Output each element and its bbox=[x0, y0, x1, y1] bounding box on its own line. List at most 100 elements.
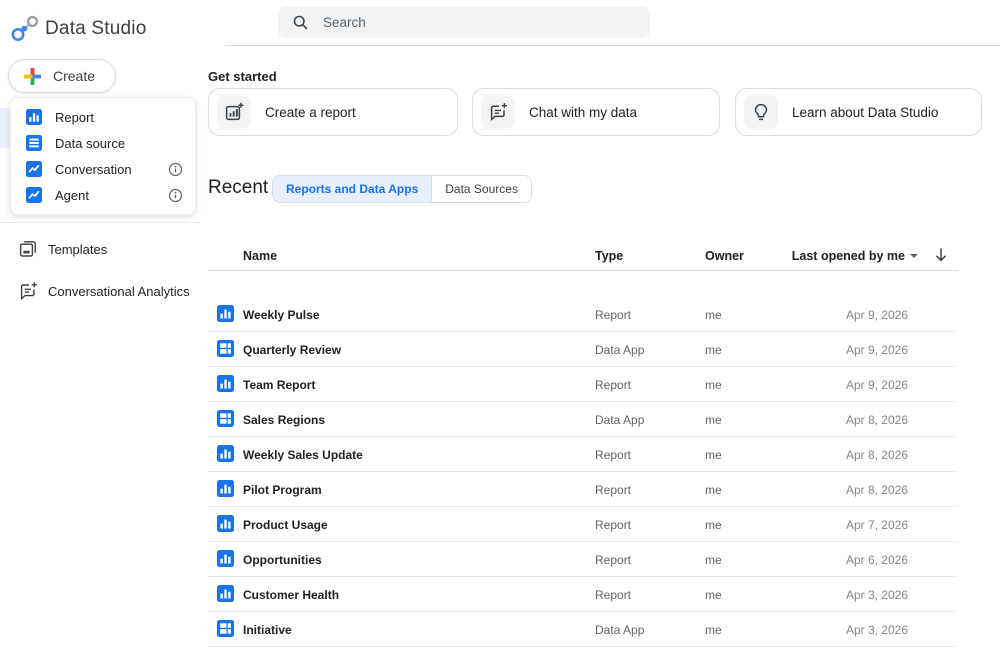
row-type: Report bbox=[595, 378, 631, 392]
table-row[interactable]: Customer Health Report me Apr 3, 2026 bbox=[208, 577, 958, 612]
menu-item-conversation[interactable]: Conversation bbox=[11, 156, 195, 182]
search-icon bbox=[292, 14, 309, 31]
table-row[interactable]: Weekly Pulse Report me Apr 9, 2026 bbox=[208, 297, 958, 332]
row-name: Team Report bbox=[243, 378, 315, 392]
data-studio-logo-icon[interactable] bbox=[10, 13, 40, 43]
row-owner: me bbox=[705, 413, 722, 427]
column-header-type[interactable]: Type bbox=[595, 249, 623, 263]
recent-tab-group: Reports and Data Apps Data Sources bbox=[272, 175, 532, 203]
card-label: Create a report bbox=[265, 105, 356, 120]
sidebar-item-templates[interactable]: Templates bbox=[0, 233, 200, 265]
row-name: Initiative bbox=[243, 623, 292, 637]
menu-item-label: Report bbox=[55, 110, 183, 125]
tab-reports-and-data-apps[interactable]: Reports and Data Apps bbox=[273, 176, 431, 202]
create-button[interactable]: Create bbox=[8, 59, 116, 93]
column-header-last-opened-label: Last opened by me bbox=[792, 249, 905, 263]
row-type: Report bbox=[595, 588, 631, 602]
report-icon bbox=[217, 480, 234, 497]
info-icon[interactable] bbox=[168, 162, 183, 177]
search-input[interactable] bbox=[323, 15, 623, 30]
create-menu: Report Data source Conversation bbox=[10, 97, 196, 215]
card-label: Chat with my data bbox=[529, 105, 637, 120]
recent-table-header: Name Type Owner Last opened by me bbox=[208, 244, 958, 270]
recent-title: Recent bbox=[208, 177, 268, 199]
row-type: Report bbox=[595, 553, 631, 567]
row-name: Quarterly Review bbox=[243, 343, 341, 357]
row-date: Apr 3, 2026 bbox=[846, 588, 908, 602]
row-date: Apr 9, 2026 bbox=[846, 343, 908, 357]
row-owner: me bbox=[705, 308, 722, 322]
card-create-a-report[interactable]: Create a report bbox=[208, 88, 458, 136]
report-icon bbox=[217, 550, 234, 567]
row-name: Pilot Program bbox=[243, 483, 322, 497]
row-type: Data App bbox=[595, 343, 644, 357]
row-date: Apr 8, 2026 bbox=[846, 413, 908, 427]
highlighted-nav-sliver bbox=[0, 108, 9, 148]
menu-item-data-source[interactable]: Data source bbox=[11, 130, 195, 156]
chat-add-icon bbox=[481, 95, 515, 129]
sort-arrow-down-icon[interactable] bbox=[932, 246, 950, 264]
row-owner: me bbox=[705, 588, 722, 602]
row-owner: me bbox=[705, 378, 722, 392]
info-icon[interactable] bbox=[168, 188, 183, 203]
row-owner: me bbox=[705, 553, 722, 567]
table-row[interactable]: Sales Regions Data App me Apr 8, 2026 bbox=[208, 402, 958, 437]
report-icon bbox=[217, 305, 234, 322]
caret-down-icon bbox=[910, 254, 918, 258]
row-type: Data App bbox=[595, 623, 644, 637]
tab-data-sources[interactable]: Data Sources bbox=[431, 176, 531, 202]
card-learn-about-data-studio[interactable]: Learn about Data Studio bbox=[735, 88, 982, 136]
table-row[interactable]: Weekly Sales Update Report me Apr 8, 202… bbox=[208, 437, 958, 472]
data-app-icon bbox=[217, 340, 234, 357]
row-name: Weekly Pulse bbox=[243, 308, 320, 322]
row-name: Sales Regions bbox=[243, 413, 325, 427]
table-row[interactable]: Pilot Program Report me Apr 8, 2026 bbox=[208, 472, 958, 507]
card-chat-with-my-data[interactable]: Chat with my data bbox=[472, 88, 720, 136]
menu-item-label: Agent bbox=[55, 188, 168, 203]
search-box[interactable] bbox=[278, 7, 650, 38]
recent-table: Name Type Owner Last opened by me bbox=[208, 244, 958, 647]
sidebar-item-conversational-analytics[interactable]: Conversational Analytics bbox=[0, 275, 200, 307]
data-source-tile-icon bbox=[26, 135, 42, 151]
table-row[interactable]: Opportunities Report me Apr 6, 2026 bbox=[208, 542, 958, 577]
row-owner: me bbox=[705, 623, 722, 637]
report-add-icon bbox=[217, 95, 251, 129]
row-type: Report bbox=[595, 308, 631, 322]
sidebar-item-label: Conversational Analytics bbox=[48, 284, 190, 299]
menu-item-agent[interactable]: Agent bbox=[11, 182, 195, 208]
agent-tile-icon bbox=[26, 187, 42, 203]
report-icon bbox=[217, 515, 234, 532]
table-row[interactable]: Quarterly Review Data App me Apr 9, 2026 bbox=[208, 332, 958, 367]
plus-icon bbox=[23, 67, 42, 86]
report-tile-icon bbox=[26, 109, 42, 125]
column-header-owner[interactable]: Owner bbox=[705, 249, 744, 263]
conversation-tile-icon bbox=[26, 161, 42, 177]
row-name: Weekly Sales Update bbox=[243, 448, 363, 462]
data-app-icon bbox=[217, 620, 234, 637]
table-row[interactable]: Team Report Report me Apr 9, 2026 bbox=[208, 367, 958, 402]
get-started-title: Get started bbox=[208, 69, 277, 84]
menu-item-report[interactable]: Report bbox=[11, 104, 195, 130]
row-type: Report bbox=[595, 448, 631, 462]
create-button-label: Create bbox=[53, 68, 95, 84]
row-date: Apr 7, 2026 bbox=[846, 518, 908, 532]
chat-analytics-icon bbox=[18, 281, 38, 301]
table-row[interactable]: Initiative Data App me Apr 3, 2026 bbox=[208, 612, 958, 647]
report-icon bbox=[217, 585, 234, 602]
row-owner: me bbox=[705, 448, 722, 462]
sidebar-divider bbox=[0, 222, 200, 223]
data-app-icon bbox=[217, 410, 234, 427]
table-header-divider bbox=[208, 270, 958, 271]
row-type: Report bbox=[595, 518, 631, 532]
row-name: Opportunities bbox=[243, 553, 322, 567]
app-title: Data Studio bbox=[45, 18, 147, 40]
row-type: Report bbox=[595, 483, 631, 497]
report-icon bbox=[217, 375, 234, 392]
column-header-name[interactable]: Name bbox=[243, 249, 277, 263]
row-date: Apr 8, 2026 bbox=[846, 448, 908, 462]
column-header-last-opened[interactable]: Last opened by me bbox=[792, 249, 918, 263]
table-row[interactable]: Product Usage Report me Apr 7, 2026 bbox=[208, 507, 958, 542]
row-name: Customer Health bbox=[243, 588, 339, 602]
row-date: Apr 8, 2026 bbox=[846, 483, 908, 497]
row-date: Apr 3, 2026 bbox=[846, 623, 908, 637]
